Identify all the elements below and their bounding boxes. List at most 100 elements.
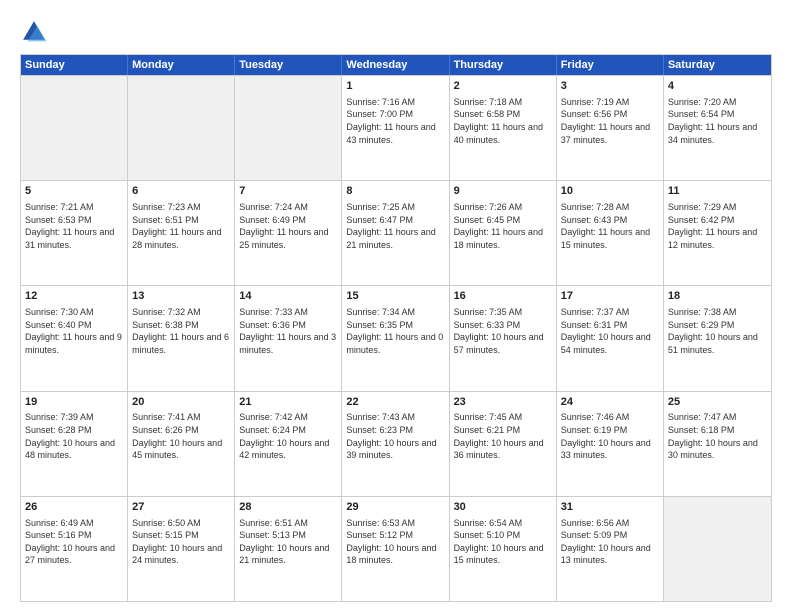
day-cell-25: 25Sunrise: 7:47 AM Sunset: 6:18 PM Dayli… [664, 392, 771, 496]
week-row-3: 19Sunrise: 7:39 AM Sunset: 6:28 PM Dayli… [21, 391, 771, 496]
col-wednesday: Wednesday [342, 55, 449, 75]
day-info-7: Sunrise: 7:24 AM Sunset: 6:49 PM Dayligh… [239, 201, 337, 251]
day-number-10: 10 [561, 184, 659, 199]
day-number-5: 5 [25, 184, 123, 199]
day-cell-29: 29 Sunrise: 6:53 AM Sunset: 5:12 PM Dayli… [342, 497, 449, 601]
day-cell-15: 15Sunrise: 7:34 AM Sunset: 6:35 PM Dayli… [342, 286, 449, 390]
day-info-30: Sunrise: 6:54 AM Sunset: 5:10 PM Dayligh… [454, 517, 552, 567]
day-info-16: Sunrise: 7:35 AM Sunset: 6:33 PM Dayligh… [454, 306, 552, 356]
day-cell-14: 14 Sunrise: 7:33 AM Sunset: 6:36 PM Dayli… [235, 286, 342, 390]
day-cell-21: 21Sunrise: 7:42 AM Sunset: 6:24 PM Dayli… [235, 392, 342, 496]
day-number-1: 1 [346, 79, 444, 94]
day-info-3: Sunrise: 7:19 AM Sunset: 6:56 PM Dayligh… [561, 96, 659, 146]
col-friday: Friday [557, 55, 664, 75]
day-cell-31: 31Sunrise: 6:56 AM Sunset: 5:09 PM Dayli… [557, 497, 664, 601]
col-sunday: Sunday [21, 55, 128, 75]
day-info-23: Sunrise: 7:45 AM Sunset: 6:21 PM Dayligh… [454, 411, 552, 461]
day-info-25: Sunrise: 7:47 AM Sunset: 6:18 PM Dayligh… [668, 411, 767, 461]
day-cell-28: 28 Sunrise: 6:51 AM Sunset: 5:13 PM Dayli… [235, 497, 342, 601]
day-cell-16: 16 Sunrise: 7:35 AM Sunset: 6:33 PM Dayli… [450, 286, 557, 390]
col-thursday: Thursday [450, 55, 557, 75]
day-cell-5: 5 Sunrise: 7:21 AM Sunset: 6:53 PM Daylig… [21, 181, 128, 285]
day-info-4: Sunrise: 7:20 AM Sunset: 6:54 PM Dayligh… [668, 96, 767, 146]
col-saturday: Saturday [664, 55, 771, 75]
day-info-13: Sunrise: 7:32 AM Sunset: 6:38 PM Dayligh… [132, 306, 230, 356]
day-number-9: 9 [454, 184, 552, 199]
day-number-31: 31 [561, 500, 659, 515]
day-cell-18: 18 Sunrise: 7:38 AM Sunset: 6:29 PM Dayli… [664, 286, 771, 390]
day-number-16: 16 [454, 289, 552, 304]
day-info-8: Sunrise: 7:25 AM Sunset: 6:47 PM Dayligh… [346, 201, 444, 251]
calendar-body: 1 Sunrise: 7:16 AM Sunset: 7:00 PM Daylig… [21, 75, 771, 601]
day-info-29: Sunrise: 6:53 AM Sunset: 5:12 PM Dayligh… [346, 517, 444, 567]
week-row-4: 26 Sunrise: 6:49 AM Sunset: 5:16 PM Dayli… [21, 496, 771, 601]
day-number-17: 17 [561, 289, 659, 304]
calendar-header-row: Sunday Monday Tuesday Wednesday Thursday… [21, 55, 771, 75]
day-number-25: 25 [668, 395, 767, 410]
day-cell-11: 11 Sunrise: 7:29 AM Sunset: 6:42 PM Dayli… [664, 181, 771, 285]
day-number-12: 12 [25, 289, 123, 304]
day-info-1: Sunrise: 7:16 AM Sunset: 7:00 PM Dayligh… [346, 96, 444, 146]
day-cell-7: 7 Sunrise: 7:24 AM Sunset: 6:49 PM Daylig… [235, 181, 342, 285]
day-info-5: Sunrise: 7:21 AM Sunset: 6:53 PM Dayligh… [25, 201, 123, 251]
day-info-20: Sunrise: 7:41 AM Sunset: 6:26 PM Dayligh… [132, 411, 230, 461]
day-cell-1: 1 Sunrise: 7:16 AM Sunset: 7:00 PM Daylig… [342, 76, 449, 180]
logo [20, 18, 54, 46]
day-info-12: Sunrise: 7:30 AM Sunset: 6:40 PM Dayligh… [25, 306, 123, 356]
day-cell-17: 17 Sunrise: 7:37 AM Sunset: 6:31 PM Dayli… [557, 286, 664, 390]
day-number-2: 2 [454, 79, 552, 94]
day-cell-26: 26 Sunrise: 6:49 AM Sunset: 5:16 PM Dayli… [21, 497, 128, 601]
day-number-3: 3 [561, 79, 659, 94]
day-info-11: Sunrise: 7:29 AM Sunset: 6:42 PM Dayligh… [668, 201, 767, 251]
day-cell-2: 2 Sunrise: 7:18 AM Sunset: 6:58 PM Daylig… [450, 76, 557, 180]
week-row-1: 5 Sunrise: 7:21 AM Sunset: 6:53 PM Daylig… [21, 180, 771, 285]
day-number-20: 20 [132, 395, 230, 410]
day-info-2: Sunrise: 7:18 AM Sunset: 6:58 PM Dayligh… [454, 96, 552, 146]
day-cell-8: 8 Sunrise: 7:25 AM Sunset: 6:47 PM Daylig… [342, 181, 449, 285]
day-cell-30: 30 Sunrise: 6:54 AM Sunset: 5:10 PM Dayli… [450, 497, 557, 601]
day-number-6: 6 [132, 184, 230, 199]
day-cell-24: 24Sunrise: 7:46 AM Sunset: 6:19 PM Dayli… [557, 392, 664, 496]
day-number-29: 29 [346, 500, 444, 515]
col-monday: Monday [128, 55, 235, 75]
empty-cell-0-2 [235, 76, 342, 180]
day-number-26: 26 [25, 500, 123, 515]
day-number-19: 19 [25, 395, 123, 410]
day-info-14: Sunrise: 7:33 AM Sunset: 6:36 PM Dayligh… [239, 306, 337, 356]
day-number-8: 8 [346, 184, 444, 199]
day-info-26: Sunrise: 6:49 AM Sunset: 5:16 PM Dayligh… [25, 517, 123, 567]
day-number-13: 13 [132, 289, 230, 304]
day-info-21: Sunrise: 7:42 AM Sunset: 6:24 PM Dayligh… [239, 411, 337, 461]
day-info-15: Sunrise: 7:34 AM Sunset: 6:35 PM Dayligh… [346, 306, 444, 356]
day-info-24: Sunrise: 7:46 AM Sunset: 6:19 PM Dayligh… [561, 411, 659, 461]
day-info-27: Sunrise: 6:50 AM Sunset: 5:15 PM Dayligh… [132, 517, 230, 567]
day-cell-4: 4 Sunrise: 7:20 AM Sunset: 6:54 PM Daylig… [664, 76, 771, 180]
page: Sunday Monday Tuesday Wednesday Thursday… [0, 0, 792, 612]
empty-cell-4-6 [664, 497, 771, 601]
day-cell-27: 27Sunrise: 6:50 AM Sunset: 5:15 PM Dayli… [128, 497, 235, 601]
day-number-11: 11 [668, 184, 767, 199]
day-number-7: 7 [239, 184, 337, 199]
day-number-21: 21 [239, 395, 337, 410]
day-info-22: Sunrise: 7:43 AM Sunset: 6:23 PM Dayligh… [346, 411, 444, 461]
day-info-28: Sunrise: 6:51 AM Sunset: 5:13 PM Dayligh… [239, 517, 337, 567]
day-cell-3: 3 Sunrise: 7:19 AM Sunset: 6:56 PM Daylig… [557, 76, 664, 180]
week-row-0: 1 Sunrise: 7:16 AM Sunset: 7:00 PM Daylig… [21, 75, 771, 180]
day-cell-13: 13 Sunrise: 7:32 AM Sunset: 6:38 PM Dayli… [128, 286, 235, 390]
day-number-14: 14 [239, 289, 337, 304]
day-info-19: Sunrise: 7:39 AM Sunset: 6:28 PM Dayligh… [25, 411, 123, 461]
day-cell-23: 23Sunrise: 7:45 AM Sunset: 6:21 PM Dayli… [450, 392, 557, 496]
day-number-30: 30 [454, 500, 552, 515]
day-cell-10: 10Sunrise: 7:28 AM Sunset: 6:43 PM Dayli… [557, 181, 664, 285]
day-number-22: 22 [346, 395, 444, 410]
day-info-18: Sunrise: 7:38 AM Sunset: 6:29 PM Dayligh… [668, 306, 767, 356]
col-tuesday: Tuesday [235, 55, 342, 75]
day-cell-6: 6Sunrise: 7:23 AM Sunset: 6:51 PM Daylig… [128, 181, 235, 285]
header [20, 18, 772, 46]
day-number-18: 18 [668, 289, 767, 304]
day-cell-20: 20Sunrise: 7:41 AM Sunset: 6:26 PM Dayli… [128, 392, 235, 496]
day-number-23: 23 [454, 395, 552, 410]
day-number-4: 4 [668, 79, 767, 94]
day-number-28: 28 [239, 500, 337, 515]
day-info-17: Sunrise: 7:37 AM Sunset: 6:31 PM Dayligh… [561, 306, 659, 356]
